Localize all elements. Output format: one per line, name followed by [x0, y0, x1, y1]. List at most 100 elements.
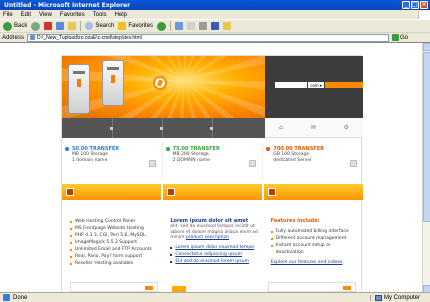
- favorites-label: Favorites: [128, 23, 154, 29]
- plan-card[interactable]: 50.00 TRANSFER MB 100 Storage 1 domain n…: [62, 143, 163, 179]
- promo-box[interactable]: [70, 282, 158, 292]
- news-column: Lorem ipsum dolor sit amet elit, sed do …: [162, 204, 262, 292]
- menu-help[interactable]: Help: [115, 12, 127, 18]
- header-banner: com ▾ ⌂ ✉ ⚙: [62, 56, 363, 138]
- search-button[interactable]: Search: [85, 22, 114, 30]
- scroll-thumb[interactable]: [423, 52, 430, 222]
- home-icon[interactable]: [68, 22, 77, 30]
- page-icon: [30, 35, 36, 40]
- forward-button[interactable]: [31, 21, 41, 31]
- close-button[interactable]: ×: [420, 1, 428, 9]
- menu-bar: File Edit View Favorites Tools Help: [0, 10, 430, 19]
- utility-icons: ⌂ ✉ ⚙: [265, 118, 363, 138]
- news-link-item[interactable]: Elit sed do eiusmod lorem ipsum: [170, 258, 258, 265]
- plan-bullet-icon: [266, 147, 271, 151]
- refresh-icon[interactable]: [56, 22, 65, 30]
- plan-card[interactable]: 75.00 TRANSFER MB 200 Storage 2 DOMAIN n…: [163, 143, 264, 179]
- back-label: Back: [14, 23, 28, 29]
- page-done-icon: [3, 294, 10, 301]
- hosting-website: com ▾ ⌂ ✉ ⚙ 50.00 TRANSFER MB 100 Storag…: [61, 55, 363, 294]
- news-link[interactable]: product sescription: [186, 235, 229, 240]
- features-include-column: Features include: Fully automated billin…: [263, 204, 363, 292]
- plan-details-button[interactable]: [249, 160, 257, 167]
- checkbox-icon: [66, 188, 74, 196]
- promo-box[interactable]: [268, 282, 356, 292]
- media-icon[interactable]: [157, 21, 167, 31]
- plan-details-button[interactable]: [148, 160, 156, 167]
- sitemap-icon[interactable]: ⚙: [344, 124, 349, 131]
- list-item: ImageMagick 5.5.2 Support: [70, 239, 158, 246]
- status-bar: Done My Computer: [0, 292, 430, 302]
- features-list-column: Web Hosting Control Panel MS Frontpage W…: [62, 204, 162, 292]
- toolbar-separator: [80, 21, 82, 31]
- minimize-button[interactable]: _: [402, 1, 410, 9]
- plan-card[interactable]: 700.00 TRANSFER GB 100 Storage dedicated…: [263, 143, 363, 179]
- menu-favorites[interactable]: Favorites: [60, 12, 85, 18]
- nav-item[interactable]: [160, 127, 163, 130]
- list-item: Instant account setup or deactivation: [270, 242, 359, 256]
- back-button[interactable]: Back: [3, 21, 28, 31]
- list-item: Unlimited Email and FTP Accounts: [70, 246, 158, 253]
- print-icon[interactable]: [199, 22, 208, 30]
- menu-view[interactable]: View: [39, 12, 52, 18]
- domain-search-input[interactable]: [275, 82, 307, 88]
- section-headers: [62, 184, 363, 200]
- list-item: Fully automated billing interface: [270, 228, 359, 235]
- menu-file[interactable]: File: [3, 12, 13, 18]
- content-columns: Web Hosting Control Panel MS Frontpage W…: [62, 204, 363, 292]
- news-body: elit, sed do eiusmod tempor incidit ut l…: [170, 224, 258, 240]
- window-controls: _ □ ×: [402, 1, 428, 9]
- plan-bullet-icon: [65, 147, 69, 151]
- security-zone: My Computer: [370, 294, 430, 301]
- vertical-scrollbar[interactable]: [422, 43, 430, 293]
- go-button[interactable]: Go: [392, 34, 408, 41]
- features-include-list: Fully automated billing interface Differ…: [270, 228, 359, 256]
- star-icon: [118, 22, 127, 30]
- hero-image: [62, 56, 265, 118]
- home-icon[interactable]: ⌂: [279, 124, 283, 131]
- news-links: Lorem ipsum dolor eiusmod tempo Consecte…: [170, 244, 258, 265]
- nav-item[interactable]: [110, 127, 113, 130]
- plan-details-button[interactable]: [350, 160, 358, 167]
- domain-search-panel: com ▾: [265, 56, 363, 118]
- folder-icon[interactable]: [223, 22, 232, 30]
- windows-logo-icon: [418, 10, 430, 19]
- search-icon: [85, 22, 94, 30]
- history-icon[interactable]: [175, 22, 184, 30]
- mail-icon[interactable]: [187, 22, 196, 30]
- window-titlebar: Untitled - Microsoft Internet Explorer _…: [0, 0, 430, 10]
- news-link-item[interactable]: Consectetur adipiscing ipsum: [170, 251, 258, 258]
- list-item: Reseller Hosting available: [70, 260, 158, 267]
- menu-edit[interactable]: Edit: [21, 12, 31, 18]
- nav-item[interactable]: [210, 127, 213, 130]
- computer-icon: [375, 294, 382, 301]
- domain-search-button[interactable]: [325, 82, 335, 88]
- main-navigation: [62, 118, 265, 138]
- server-device-image: [68, 64, 90, 114]
- section-header-bar: [62, 184, 163, 200]
- list-item: Real, Pano, Pay? form support: [70, 253, 158, 260]
- stop-icon[interactable]: [44, 22, 53, 30]
- edit-icon[interactable]: [211, 22, 220, 30]
- mail-icon[interactable]: ✉: [311, 124, 316, 131]
- status-text: Done: [13, 294, 28, 301]
- search-label: Search: [95, 23, 115, 29]
- maximize-button[interactable]: □: [411, 1, 419, 9]
- menu-tools[interactable]: Tools: [93, 12, 107, 18]
- news-link-item[interactable]: Lorem ipsum dolor eiusmod tempo: [170, 244, 258, 251]
- address-input[interactable]: D:\_New_Tupload\zo.ozaE\c:cmd\step\dev.h…: [27, 33, 390, 42]
- features-title: Features include:: [270, 218, 320, 224]
- domain-extension-select[interactable]: com ▾: [308, 82, 324, 88]
- browser-viewport: com ▾ ⌂ ✉ ⚙ 50.00 TRANSFER MB 100 Storag…: [0, 42, 430, 294]
- features-list: Web Hosting Control Panel MS Frontpage W…: [70, 218, 158, 267]
- link-icon: [167, 188, 175, 196]
- list-item: Different account management: [270, 235, 359, 242]
- go-arrow-icon: [392, 34, 400, 41]
- window-icon: [268, 188, 276, 196]
- explore-features-link[interactable]: Explore our features and videos: [271, 260, 343, 265]
- site-logo-icon: [153, 76, 167, 90]
- scroll-up-button[interactable]: [423, 43, 430, 51]
- go-label: Go: [400, 34, 409, 41]
- address-bar: Address D:\_New_Tupload\zo.ozaE\c:cmd\st…: [0, 32, 430, 42]
- favorites-button[interactable]: Favorites: [118, 22, 153, 30]
